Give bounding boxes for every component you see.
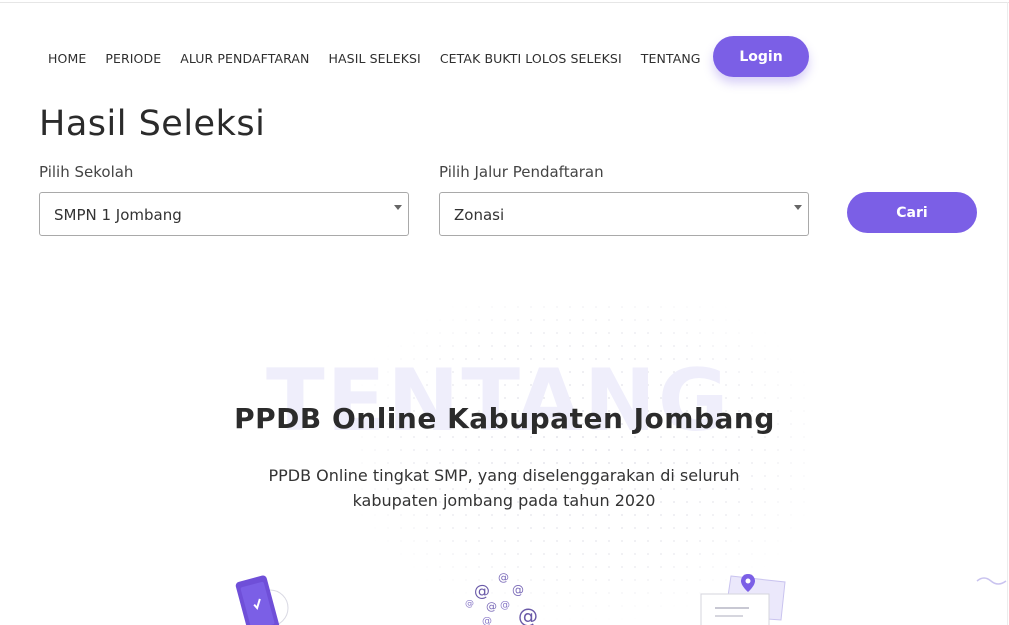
chevron-down-icon xyxy=(794,205,802,210)
email-illustration-icon: @ @ @ @ @ @ @ @ xyxy=(465,571,538,625)
section-description: PPDB Online tingkat SMP, yang diselengga… xyxy=(254,463,754,513)
route-select-value: Zonasi xyxy=(454,206,505,224)
nav-item-periode[interactable]: PERIODE xyxy=(105,52,161,66)
search-button[interactable]: Cari xyxy=(847,192,977,233)
route-select[interactable]: Zonasi xyxy=(439,192,809,236)
svg-text:@: @ xyxy=(465,599,474,609)
main-nav: HOME PERIODE ALUR PENDAFTARAN HASIL SELE… xyxy=(48,52,720,66)
section-title: PPDB Online Kabupaten Jombang xyxy=(234,402,775,435)
chevron-down-icon xyxy=(394,205,402,210)
nav-item-hasil-seleksi[interactable]: HASIL SELEKSI xyxy=(329,52,421,66)
right-scroll-edge xyxy=(1007,2,1008,625)
description-line: PPDB Online tingkat SMP, yang diselengga… xyxy=(268,466,740,485)
route-select-label: Pilih Jalur Pendaftaran xyxy=(439,163,604,181)
school-select-label: Pilih Sekolah xyxy=(39,163,134,181)
description-line: kabupaten jombang pada tahun 2020 xyxy=(352,491,656,510)
page-title: Hasil Seleksi xyxy=(39,104,266,144)
nav-item-home[interactable]: HOME xyxy=(48,52,86,66)
svg-text:@: @ xyxy=(512,583,524,597)
top-border xyxy=(0,2,1009,3)
phone-illustration-icon xyxy=(235,575,289,625)
svg-text:@: @ xyxy=(518,604,538,625)
svg-text:@: @ xyxy=(500,600,510,611)
map-illustration-icon xyxy=(700,574,786,625)
nav-item-cetak-bukti[interactable]: CETAK BUKTI LOLOS SELEKSI xyxy=(440,52,622,66)
svg-text:@: @ xyxy=(486,600,497,613)
school-select[interactable]: SMPN 1 Jombang xyxy=(39,192,409,236)
nav-item-tentang[interactable]: TENTANG xyxy=(641,52,701,66)
svg-text:@: @ xyxy=(498,571,509,584)
school-select-value: SMPN 1 Jombang xyxy=(54,206,182,224)
nav-item-alur-pendaftaran[interactable]: ALUR PENDAFTARAN xyxy=(180,52,309,66)
svg-text:@: @ xyxy=(482,616,492,625)
wave-decoration-icon xyxy=(976,577,1007,585)
svg-text:@: @ xyxy=(474,581,490,600)
login-button[interactable]: Login xyxy=(713,36,809,77)
